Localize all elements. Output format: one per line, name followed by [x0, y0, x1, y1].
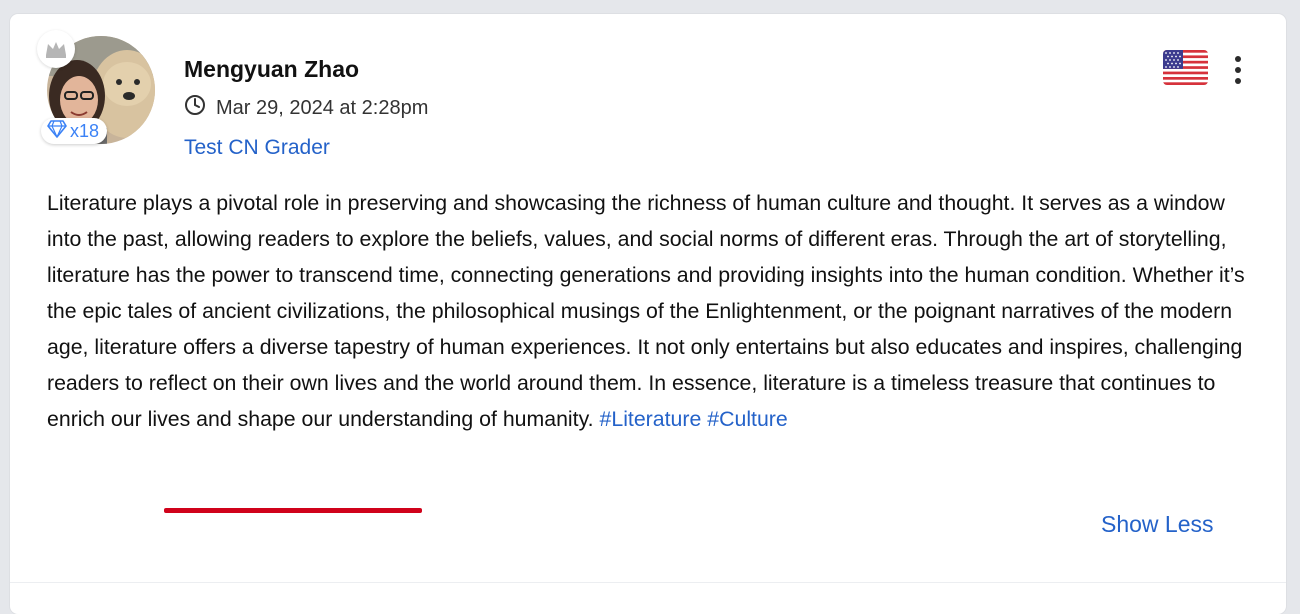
hashtag-highlight-underline: [164, 508, 422, 513]
diamond-icon: [47, 119, 67, 143]
more-options-icon[interactable]: [1225, 54, 1251, 86]
gem-count: x18: [70, 120, 100, 141]
hashtag-culture[interactable]: #Culture: [707, 407, 788, 431]
group-link[interactable]: Test CN Grader: [184, 136, 330, 160]
post-body: Literature plays a pivotal role in prese…: [47, 185, 1252, 437]
hashtag-literature[interactable]: #Literature: [600, 407, 702, 431]
gem-count-badge: x18: [41, 118, 108, 144]
post-text: Literature plays a pivotal role in prese…: [47, 191, 1245, 431]
us-flag-icon: [1163, 50, 1208, 85]
timestamp-row: Mar 29, 2024 at 2:28pm: [184, 94, 428, 122]
author-name[interactable]: Mengyuan Zhao: [184, 56, 359, 83]
post-timestamp: Mar 29, 2024 at 2:28pm: [216, 96, 429, 119]
show-less-button[interactable]: Show Less: [1101, 511, 1214, 538]
card-divider: [10, 582, 1286, 583]
clock-icon: [184, 94, 206, 122]
crown-icon: [37, 30, 75, 68]
author-avatar-group[interactable]: x18: [37, 30, 155, 160]
